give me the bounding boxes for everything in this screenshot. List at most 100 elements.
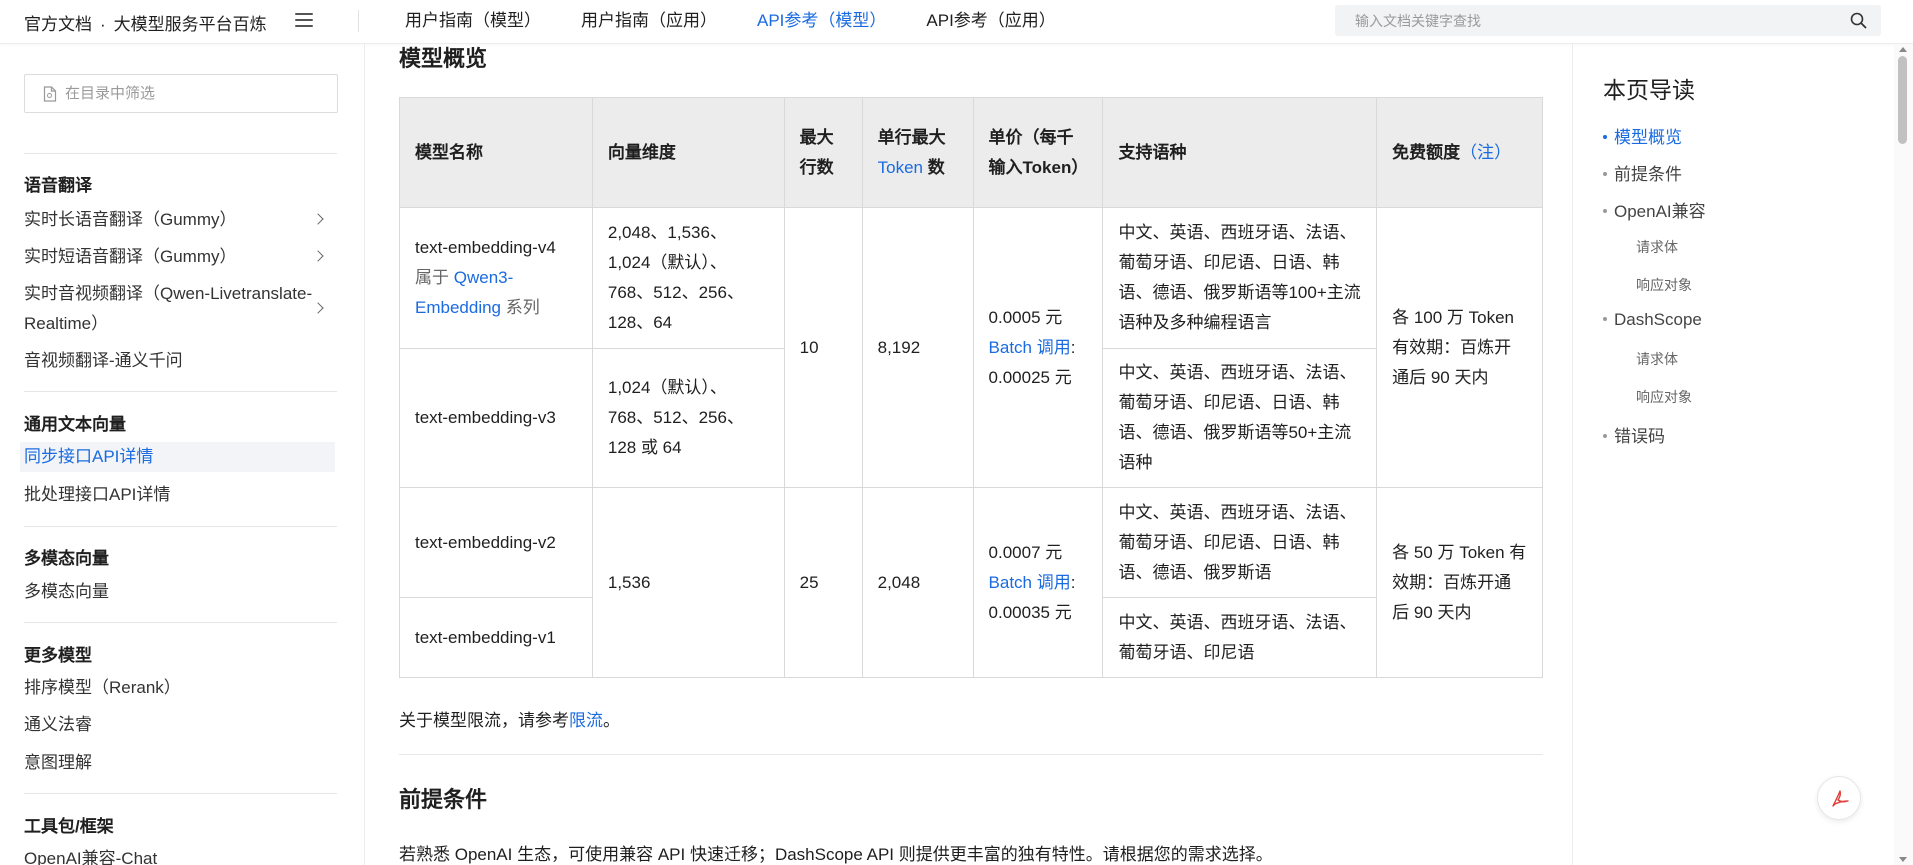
sidebar-filter-input[interactable] [65,75,335,112]
belongs-text: 系列 [505,298,540,317]
toc-item-prerequisites[interactable]: 前提条件 [1603,160,1682,185]
sidebar-item-intent[interactable]: 意图理解 [24,748,334,778]
chevron-right-icon [312,250,324,262]
sidebar-item-gummy-long[interactable]: 实时长语音翻译（Gummy） [24,205,334,235]
nav-api-reference-model[interactable]: API参考（模型） [757,0,886,44]
cell-languages: 中文、英语、西班牙语、法语、葡萄牙语、印尼语、日语、韩语、德语、俄罗斯语等50+… [1102,348,1378,488]
header-text: 单行最大 [877,127,946,147]
bullet-icon [1603,316,1607,321]
bullet-icon [1603,171,1607,176]
toc-subitem-response[interactable]: 响应对象 [1636,275,1692,295]
sidebar-item-label: 同步接口API详情 [24,447,154,466]
sidebar-item-label: 实时音视频翻译（Qwen-Livetranslate-Realtime） [24,284,313,333]
sidebar-item-farui[interactable]: 通义法睿 [24,710,334,740]
cell-model-name: text-embedding-v3 [399,348,593,488]
cell-free-quota: 各 100 万 Token 有效期：百炼开通后 90 天内 [1376,207,1543,488]
cell-max-tokens: 8,192 [861,207,974,488]
sidebar-item-av-translate[interactable]: 音视频翻译-通义千问 [24,346,334,376]
note-link[interactable]: （注） [1460,143,1511,162]
col-header-price: 单价（每千输入Token） [972,97,1104,208]
top-nav: 用户指南（模型） 用户指南（应用） API参考（模型） API参考（应用） [405,0,1096,44]
sidebar-filter [24,74,338,113]
price-text: 0.0005 元 [988,307,1063,327]
batch-link[interactable]: Batch 调用 [989,338,1071,357]
col-header-languages: 支持语种 [1102,97,1378,208]
models-table: 模型名称 向量维度 最大行数 单行最大 Token 数 单价（每千输入Token… [399,97,1543,678]
sidebar-item-label: 通义法睿 [24,715,92,734]
search-icon[interactable] [1850,12,1867,29]
sidebar-item-multimodal[interactable]: 多模态向量 [24,577,334,607]
bullet-icon [1603,134,1607,139]
sidebar-item-livetranslate[interactable]: 实时音视频翻译（Qwen-Livetranslate-Realtime） [24,279,324,339]
sidebar-scrollbar[interactable] [364,676,365,772]
toc-subitem-request[interactable]: 请求体 [1636,349,1678,369]
cell-max-rows: 10 [783,207,863,488]
sidebar-item-openai-chat[interactable]: OpenAI兼容-Chat [24,844,334,865]
sidebar-item-label: OpenAI兼容-Chat [24,849,158,865]
toc-item-dashscope[interactable]: DashScope [1603,310,1702,330]
page-toc: 本页导读 模型概览 前提条件 OpenAI兼容 请求体 响应对象 DashSco… [1572,44,1894,865]
sidebar-item-label: 批处理接口API详情 [24,485,171,504]
prerequisites-text: 若熟悉 OpenAI 生态，可使用兼容 API 快速迁移；DashScope A… [399,845,1273,864]
chevron-right-icon [312,213,324,225]
sidebar-item-batch-api[interactable]: 批处理接口API详情 [24,480,334,510]
toc-item-label: DashScope [1614,310,1702,329]
rate-limit-text: 。 [603,711,620,730]
toc-title: 本页导读 [1603,77,1695,103]
cell-max-rows: 25 [783,487,863,678]
sidebar-item-label: 意图理解 [24,753,92,772]
sidebar-item-label: 排序模型（Rerank） [24,678,181,697]
product-name: 大模型服务平台百炼 [113,15,267,34]
toc-item-label: 模型概览 [1614,128,1682,147]
sidebar-item-label: 多模态向量 [24,582,109,601]
page-scrollbar[interactable] [1894,44,1913,865]
price-text: 0.0007 元 [988,542,1063,562]
toc-item-error-codes[interactable]: 错误码 [1603,422,1665,447]
rate-limit-note: 关于模型限流，请参考限流。 [399,706,620,731]
toc-subitem-request[interactable]: 请求体 [1636,237,1678,257]
sidebar-group-speech-translation: 语音翻译 [24,176,92,195]
scrollbar-thumb[interactable] [1898,56,1907,144]
brand-separator: · [100,15,106,34]
cell-model-name: text-embedding-v4 属于 Qwen3-Embedding 系列 [399,207,593,349]
col-header-name: 模型名称 [399,97,593,208]
pdf-download-button[interactable] [1817,776,1861,820]
col-header-max-tokens: 单行最大 Token 数 [861,97,974,208]
batch-link[interactable]: Batch 调用 [989,573,1071,592]
nav-api-reference-app[interactable]: API参考（应用） [926,0,1055,44]
scroll-down-icon[interactable] [1899,857,1907,862]
document-icon [43,86,57,102]
section-title-overview: 模型概览 [399,46,488,71]
sidebar-group-more-models: 更多模型 [24,646,92,665]
cell-dims: 1,536 [591,487,785,678]
scroll-up-icon[interactable] [1899,47,1907,52]
search-box [1335,5,1881,36]
search-input[interactable] [1335,5,1835,36]
sidebar-item-gummy-short[interactable]: 实时短语音翻译（Gummy） [24,242,334,272]
top-bar: 官方文档 · 大模型服务平台百炼 用户指南（模型） 用户指南（应用） API参考（模… [0,0,1913,44]
sidebar-item-rerank[interactable]: 排序模型（Rerank） [24,673,334,703]
nav-user-guide-model[interactable]: 用户指南（模型） [405,0,541,44]
sidebar-divider [24,526,337,527]
cell-dims: 2,048、1,536、1,024（默认）、768、512、256、128、64 [591,207,785,349]
sidebar-item-sync-api[interactable]: 同步接口API详情 [20,442,335,472]
nav-user-guide-app[interactable]: 用户指南（应用） [581,0,717,44]
toc-item-openai[interactable]: OpenAI兼容 [1603,197,1706,222]
token-link[interactable]: Token [878,158,923,177]
menu-icon[interactable] [295,13,313,29]
brand[interactable]: 官方文档 · 大模型服务平台百炼 [24,10,267,35]
sidebar-divider [24,793,337,794]
col-header-dims: 向量维度 [591,97,785,208]
toc-subitem-response[interactable]: 响应对象 [1636,387,1692,407]
toc-item-label: 前提条件 [1614,165,1682,184]
batch-price: 0.00025 元 [988,367,1072,387]
toc-item-overview[interactable]: 模型概览 [1603,123,1682,148]
rate-limit-link[interactable]: 限流 [569,711,603,730]
cell-model-name: text-embedding-v1 [399,597,593,678]
batch-price: 0.00035 元 [988,602,1072,622]
table-row: text-embedding-v2 1,536 25 2,048 0.0007 … [399,487,1543,678]
sidebar-item-label: 实时长语音翻译（Gummy） [24,210,237,229]
pdf-icon [1832,790,1849,807]
section-title-prerequisites: 前提条件 [399,787,488,812]
col-header-free-quota: 免费额度（注） [1376,97,1543,208]
